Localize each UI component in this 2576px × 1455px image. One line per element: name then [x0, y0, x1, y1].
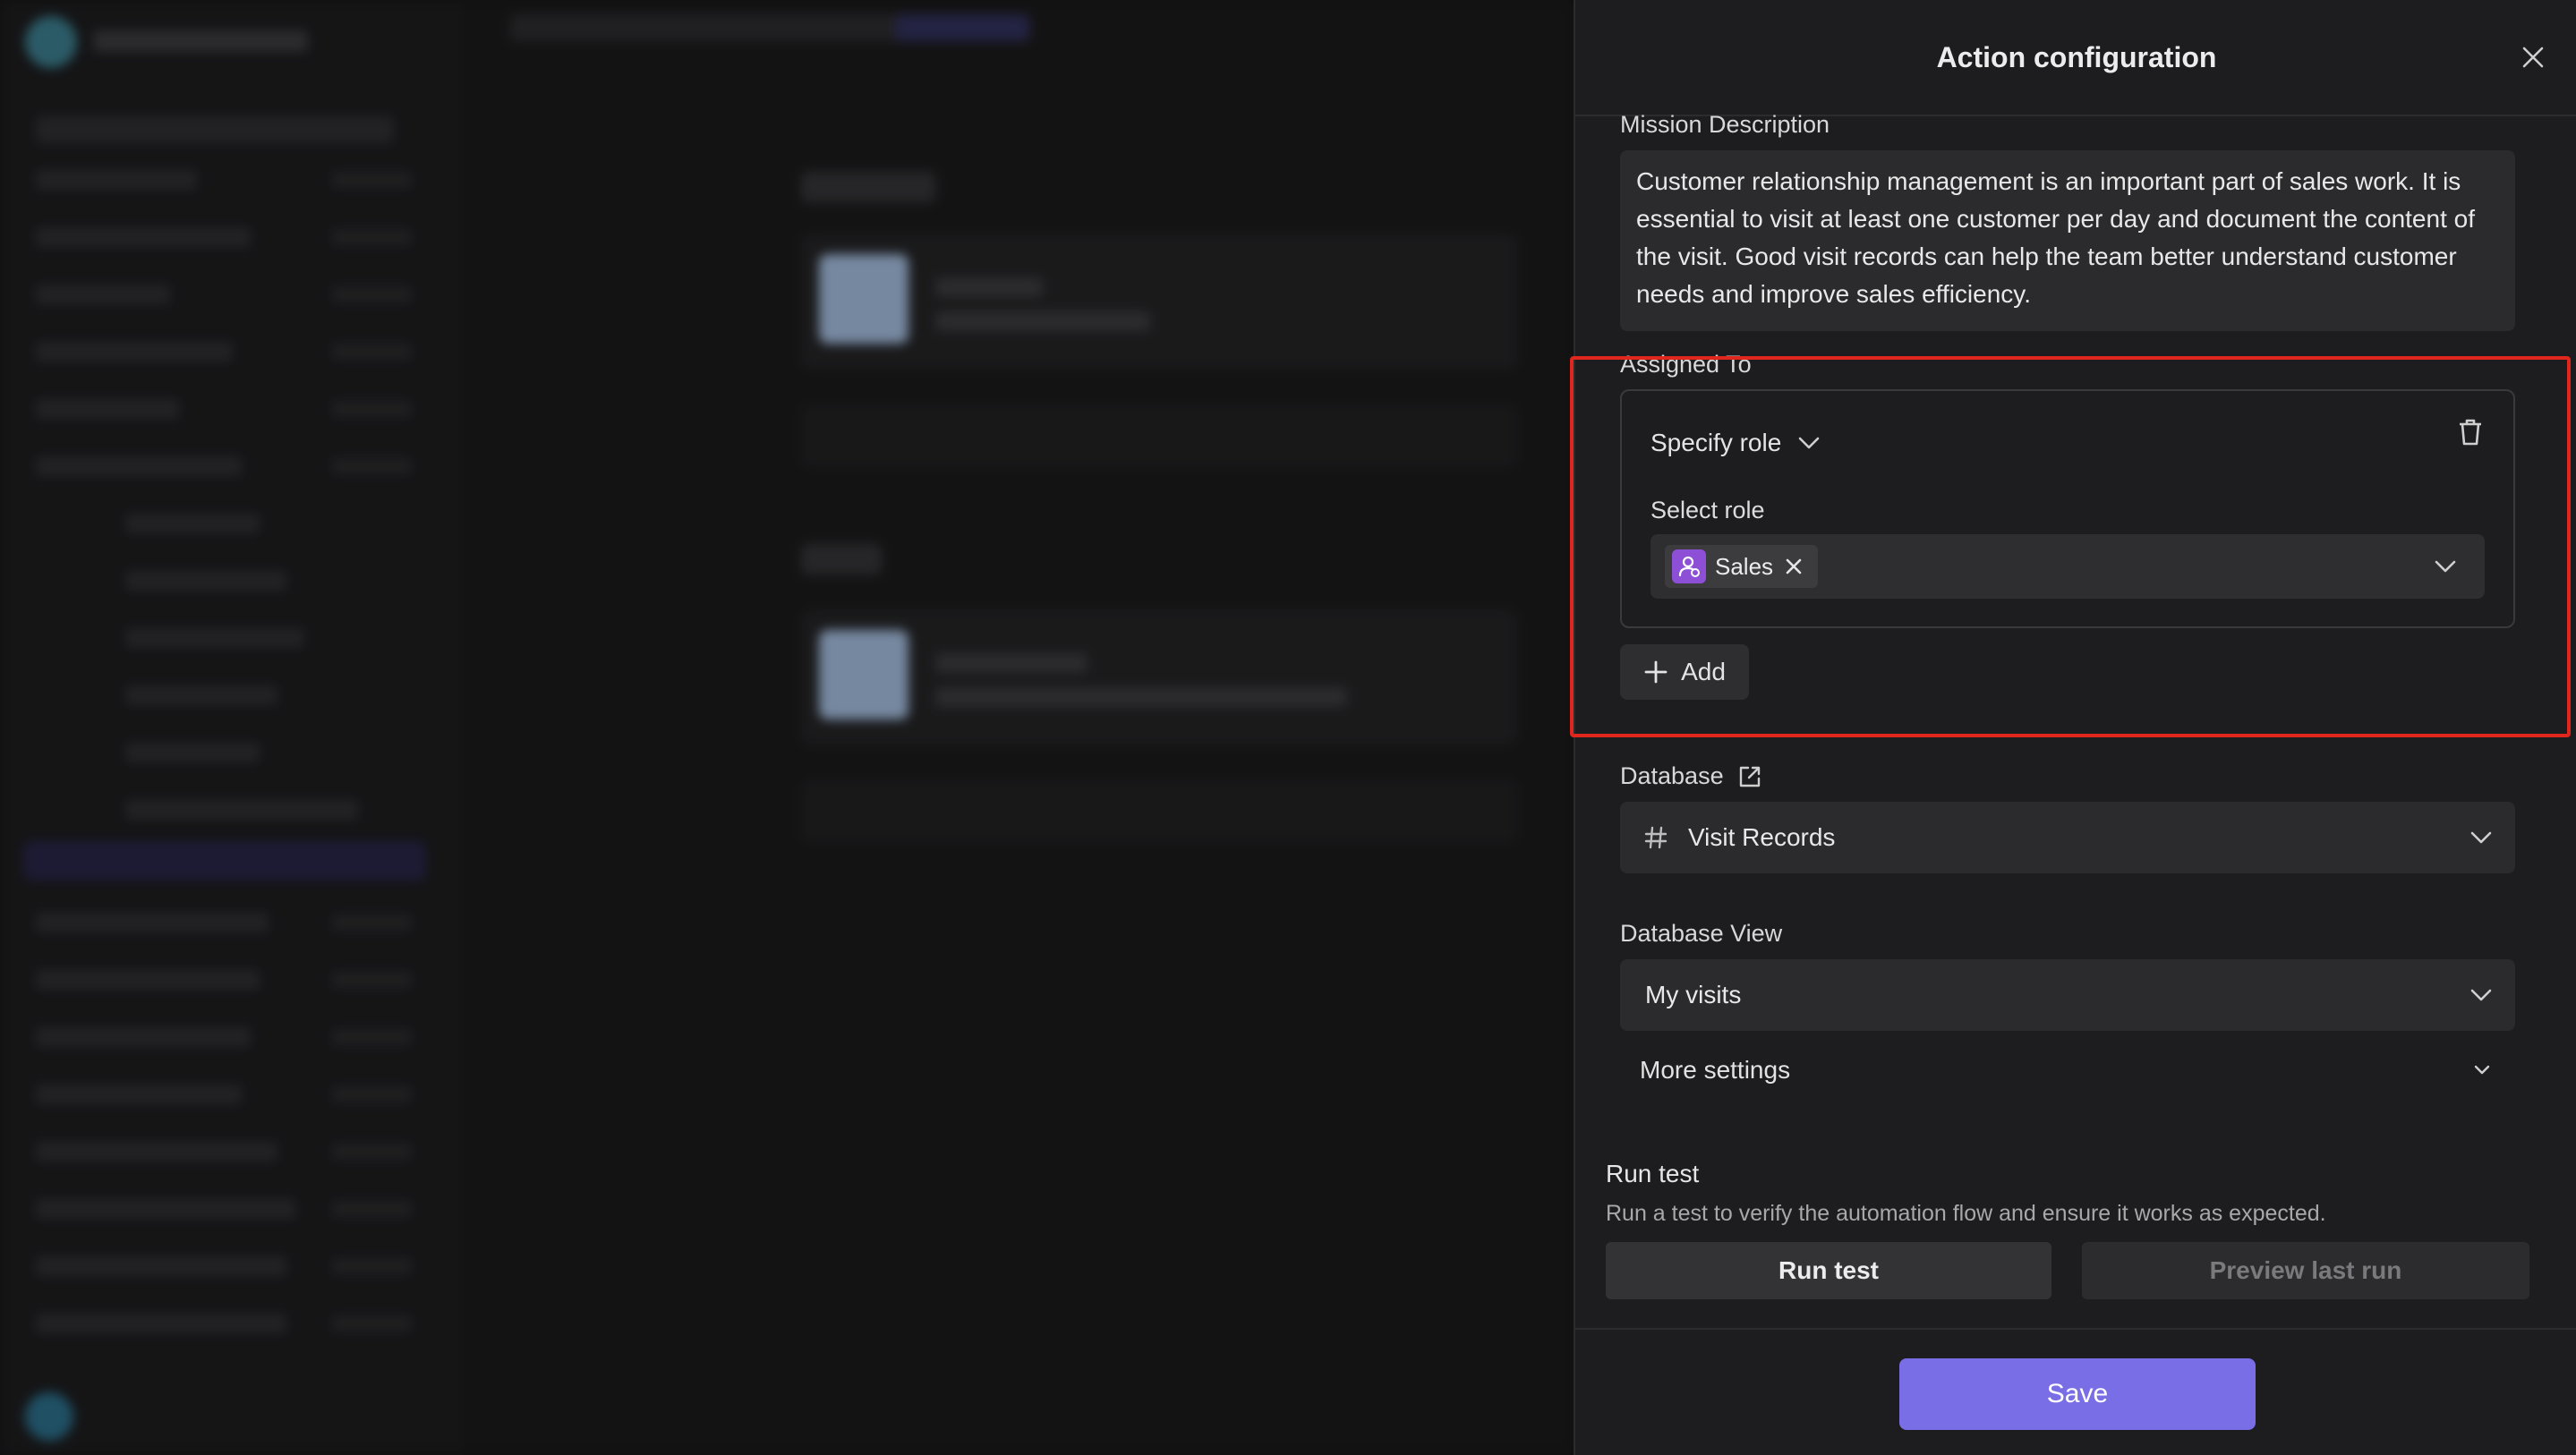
- add-assignee-button[interactable]: Add: [1620, 644, 1749, 700]
- database-value: Visit Records: [1688, 823, 1836, 851]
- assignee-card: Specify role Select role Sales: [1620, 389, 2515, 628]
- database-label: Database: [1620, 762, 1724, 789]
- assigned-to-label: Assigned To: [1620, 351, 1752, 378]
- role-icon: [1672, 549, 1706, 583]
- chevron-down-icon: [2435, 560, 2456, 573]
- hash-icon: [1644, 826, 1668, 849]
- assignee-mode-label: Specify role: [1651, 429, 1782, 456]
- panel-footer: Save: [1575, 1328, 2576, 1455]
- run-test-title: Run test: [1606, 1160, 1700, 1187]
- assignee-mode-dropdown[interactable]: Specify role: [1651, 429, 1821, 457]
- database-view-label: Database View: [1620, 920, 1783, 947]
- trash-icon[interactable]: [2452, 414, 2488, 450]
- database-view-select[interactable]: My visits: [1620, 959, 2515, 1031]
- role-select[interactable]: Sales: [1651, 534, 2485, 599]
- external-link-icon[interactable]: [1736, 763, 1763, 790]
- mission-description-field[interactable]: Customer relationship management is an i…: [1620, 150, 2515, 331]
- run-test-description: Run a test to verify the automation flow…: [1606, 1201, 2326, 1226]
- role-chip-label: Sales: [1715, 552, 1774, 580]
- chevron-down-icon[interactable]: [2472, 1061, 2492, 1077]
- database-select[interactable]: Visit Records: [1620, 802, 2515, 873]
- screen: Action configuration Mission Description…: [0, 0, 2576, 1455]
- more-settings-toggle[interactable]: More settings: [1640, 1056, 1790, 1085]
- plus-icon: [1644, 660, 1668, 684]
- action-configuration-panel: Action configuration Mission Description…: [1570, 0, 2576, 1455]
- chevron-down-icon: [2470, 831, 2492, 844]
- role-chip: Sales: [1665, 545, 1819, 588]
- chevron-down-icon: [2470, 989, 2492, 1001]
- remove-role-icon[interactable]: [1782, 555, 1805, 578]
- run-test-button[interactable]: Run test: [1606, 1242, 2051, 1299]
- close-icon[interactable]: [2515, 39, 2551, 75]
- modal-overlay[interactable]: [0, 0, 1574, 1455]
- mission-description-label: Mission Description: [1620, 111, 1830, 138]
- add-button-label: Add: [1681, 658, 1726, 685]
- select-role-label: Select role: [1651, 497, 1765, 523]
- save-button[interactable]: Save: [1899, 1358, 2256, 1430]
- database-view-value: My visits: [1645, 981, 1742, 1008]
- preview-last-run-button[interactable]: Preview last run: [2082, 1242, 2529, 1299]
- chevron-down-icon: [1798, 437, 1820, 449]
- database-label-row: Database: [1620, 762, 1763, 790]
- panel-title: Action configuration: [1936, 41, 2217, 73]
- panel-header: Action configuration: [1575, 0, 2576, 116]
